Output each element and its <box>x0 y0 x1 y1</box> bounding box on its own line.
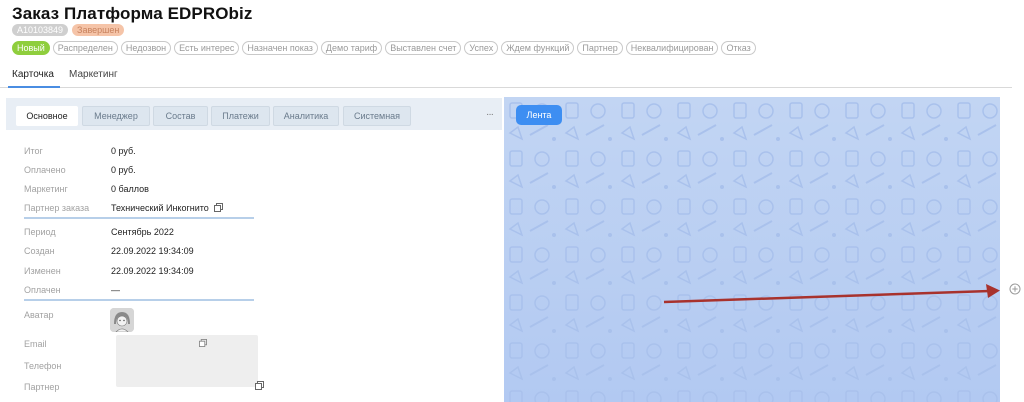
paid-at-value: — <box>111 285 120 295</box>
paid-at-label: Оплачен <box>24 285 61 295</box>
feed-panel: Лента <box>504 97 1000 402</box>
copy-icon[interactable] <box>214 203 224 212</box>
modified-label: Изменен <box>24 266 61 276</box>
feed-button[interactable]: Лента <box>516 105 562 125</box>
copy-icon[interactable] <box>255 381 264 390</box>
status-invoiced[interactable]: Выставлен счет <box>385 41 462 55</box>
status-demo-scheduled[interactable]: Назначен показ <box>242 41 318 55</box>
order-badges: A10103849 Завершен <box>12 24 125 36</box>
tab-manager[interactable]: Менеджер <box>82 106 150 126</box>
active-tab-indicator <box>8 86 60 88</box>
annotation-arrow <box>663 284 1000 304</box>
email-label: Email <box>24 339 47 349</box>
phone-label: Телефон <box>24 361 62 371</box>
avatar[interactable] <box>110 308 134 332</box>
plus-circle-icon[interactable] <box>1009 283 1021 295</box>
tab-composition[interactable]: Состав <box>153 106 208 126</box>
marketing-value: 0 баллов <box>111 184 149 194</box>
period-label: Период <box>24 227 56 237</box>
modified-value: 22.09.2022 19:34:09 <box>111 266 194 276</box>
total-label: Итог <box>24 146 43 156</box>
section-divider <box>24 299 254 301</box>
partner-label: Партнер <box>24 382 60 392</box>
status-new[interactable]: Новый <box>12 41 50 55</box>
tab-payments[interactable]: Платежи <box>211 106 270 126</box>
status-success[interactable]: Успех <box>464 41 499 55</box>
section-divider <box>24 217 254 219</box>
period-value: Сентябрь 2022 <box>111 227 174 237</box>
created-value: 22.09.2022 19:34:09 <box>111 246 194 256</box>
sub-tabs: Основное Менеджер Состав Платежи Аналити… <box>6 98 502 130</box>
order-partner-name: Технический Инкогнито <box>111 203 209 213</box>
paid-amount-value: 0 руб. <box>111 165 136 175</box>
redacted-contact-info <box>116 335 258 387</box>
status-no-answer[interactable]: Недозвон <box>120 41 172 55</box>
paid-amount-label: Оплачено <box>24 165 66 175</box>
status-awaiting-features[interactable]: Ждем функций <box>501 41 575 55</box>
status-unqualified[interactable]: Неквалифицирован <box>625 41 719 55</box>
status-rejected[interactable]: Отказ <box>721 41 756 55</box>
order-partner-value: Технический Инкогнито <box>111 203 224 213</box>
status-demo-tariff[interactable]: Демо тариф <box>320 41 383 55</box>
avatar-face-icon <box>110 308 134 332</box>
order-id-badge: A10103849 <box>12 24 69 36</box>
page-title: Заказ Платформа EDPRObiz <box>12 4 253 23</box>
tab-system[interactable]: Системная <box>343 106 411 126</box>
created-label: Создан <box>24 246 55 256</box>
avatar-label: Аватар <box>24 310 54 320</box>
feed-background-pattern <box>504 97 1000 402</box>
tab-marketing[interactable]: Маркетинг <box>69 69 118 80</box>
more-menu-icon[interactable]: ··· <box>486 109 494 120</box>
order-partner-label: Партнер заказа <box>24 203 90 213</box>
status-interested[interactable]: Есть интерес <box>174 41 240 55</box>
status-pipeline: Новый Распределен Недозвон Есть интерес … <box>12 41 756 55</box>
total-value: 0 руб. <box>111 146 136 156</box>
copy-icon[interactable] <box>199 339 207 347</box>
main-tabs: Карточка Маркетинг <box>0 67 1012 88</box>
tab-analytics[interactable]: Аналитика <box>273 106 339 126</box>
details-panel: Основное Менеджер Состав Платежи Аналити… <box>6 98 502 402</box>
marketing-label: Маркетинг <box>24 184 68 194</box>
tab-main[interactable]: Основное <box>16 106 78 126</box>
status-partner[interactable]: Партнер <box>577 41 623 55</box>
status-distributed[interactable]: Распределен <box>52 41 118 55</box>
tab-card[interactable]: Карточка <box>12 69 54 80</box>
completion-badge: Завершен <box>72 24 125 36</box>
